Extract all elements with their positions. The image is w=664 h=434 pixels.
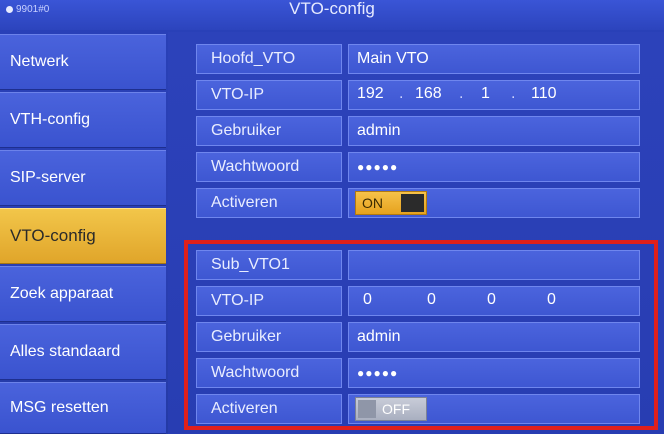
- sidebar-item-vto-config[interactable]: VTO-config: [0, 208, 166, 264]
- main-vto-user-row: Gebruiker admin: [196, 116, 640, 146]
- ip-dot: .: [459, 85, 464, 102]
- ip-octet-1[interactable]: 0: [363, 291, 372, 309]
- sub-vto-enable-cell: OFF: [348, 394, 640, 424]
- ip-dot: .: [511, 85, 516, 102]
- sidebar-item-msg-resetten[interactable]: MSG resetten: [0, 382, 166, 434]
- main-vto-enable-row: Activeren ON: [196, 188, 640, 218]
- ip-octet-2[interactable]: 168: [415, 85, 442, 103]
- main-vto-user-label: Gebruiker: [196, 116, 342, 146]
- sub-vto-name-field[interactable]: [348, 250, 640, 280]
- ip-dot: .: [399, 85, 404, 102]
- main-vto-name-label: Hoofd_VTO: [196, 44, 342, 74]
- sidebar-item-label: Netwerk: [10, 53, 69, 70]
- sidebar-item-label: SIP-server: [10, 169, 86, 186]
- sub-vto-password-label: Wachtwoord: [196, 358, 342, 388]
- main-vto-ip-label: VTO-IP: [196, 80, 342, 110]
- main-vto-name-row: Hoofd_VTO Main VTO: [196, 44, 640, 74]
- sub-vto-enable-row: Activeren OFF: [196, 394, 640, 424]
- sub-vto-ip-label: VTO-IP: [196, 286, 342, 316]
- sidebar-item-label: VTO-config: [10, 226, 96, 245]
- sidebar-item-label: Zoek apparaat: [10, 285, 114, 302]
- toggle-knob: [400, 194, 424, 212]
- sidebar-item-netwerk[interactable]: Netwerk: [0, 34, 166, 90]
- main-vto-password-row: Wachtwoord ●●●●●: [196, 152, 640, 182]
- ip-octet-4[interactable]: 110: [531, 85, 557, 103]
- ip-octet-4[interactable]: 0: [547, 291, 556, 309]
- toggle-knob: [358, 400, 376, 418]
- sidebar: Netwerk VTH-config SIP-server VTO-config…: [0, 32, 168, 434]
- sub-vto-user-field[interactable]: admin: [348, 322, 640, 352]
- sidebar-item-label: VTH-config: [10, 111, 91, 128]
- sidebar-item-label: Alles standaard: [10, 343, 121, 360]
- main-vto-user-field[interactable]: admin: [348, 116, 640, 146]
- main-vto-ip-field[interactable]: 192 . 168 . 1 . 110: [348, 80, 640, 110]
- sidebar-item-label: MSG resetten: [10, 399, 109, 416]
- main-vto-ip-row: VTO-IP 192 . 168 . 1 . 110: [196, 80, 640, 110]
- toggle-state-text: OFF: [382, 401, 410, 417]
- sub-vto-user-label: Gebruiker: [196, 322, 342, 352]
- ip-octet-1[interactable]: 192: [357, 85, 384, 103]
- sub-vto-user-row: Gebruiker admin: [196, 322, 640, 352]
- ip-octet-3[interactable]: 1: [481, 85, 490, 103]
- main-vto-enable-toggle[interactable]: ON: [355, 191, 427, 215]
- toggle-state-text: ON: [362, 195, 383, 211]
- sub-vto-enable-label: Activeren: [196, 394, 342, 424]
- sidebar-item-alles-standaard[interactable]: Alles standaard: [0, 324, 166, 380]
- ip-octet-3[interactable]: 0: [487, 291, 496, 309]
- main-vto-enable-label: Activeren: [196, 188, 342, 218]
- title-bar: 9901#0 VTO-config: [0, 0, 664, 30]
- main-vto-password-label: Wachtwoord: [196, 152, 342, 182]
- sub-vto-password-field[interactable]: ●●●●●: [348, 358, 640, 388]
- sub-vto-ip-row: VTO-IP 0 0 0 0: [196, 286, 640, 316]
- page-title: VTO-config: [289, 0, 375, 18]
- config-panel: Hoofd_VTO Main VTO VTO-IP 192 . 168 . 1 …: [168, 32, 664, 434]
- ip-octet-2[interactable]: 0: [427, 291, 436, 309]
- sidebar-item-zoek-apparaat[interactable]: Zoek apparaat: [0, 266, 166, 322]
- vto-config-screen: 9901#0 VTO-config Netwerk VTH-config SIP…: [0, 0, 664, 434]
- main-vto-enable-cell: ON: [348, 188, 640, 218]
- sub-vto-ip-field[interactable]: 0 0 0 0: [348, 286, 640, 316]
- sidebar-item-sip-server[interactable]: SIP-server: [0, 150, 166, 206]
- sidebar-item-vth-config[interactable]: VTH-config: [0, 92, 166, 148]
- sub-vto-enable-toggle[interactable]: OFF: [355, 397, 427, 421]
- main-vto-name-field[interactable]: Main VTO: [348, 44, 640, 74]
- sub-vto-name-row: Sub_VTO1: [196, 250, 640, 280]
- main-vto-password-field[interactable]: ●●●●●: [348, 152, 640, 182]
- sub-vto-password-row: Wachtwoord ●●●●●: [196, 358, 640, 388]
- sub-vto-name-label: Sub_VTO1: [196, 250, 342, 280]
